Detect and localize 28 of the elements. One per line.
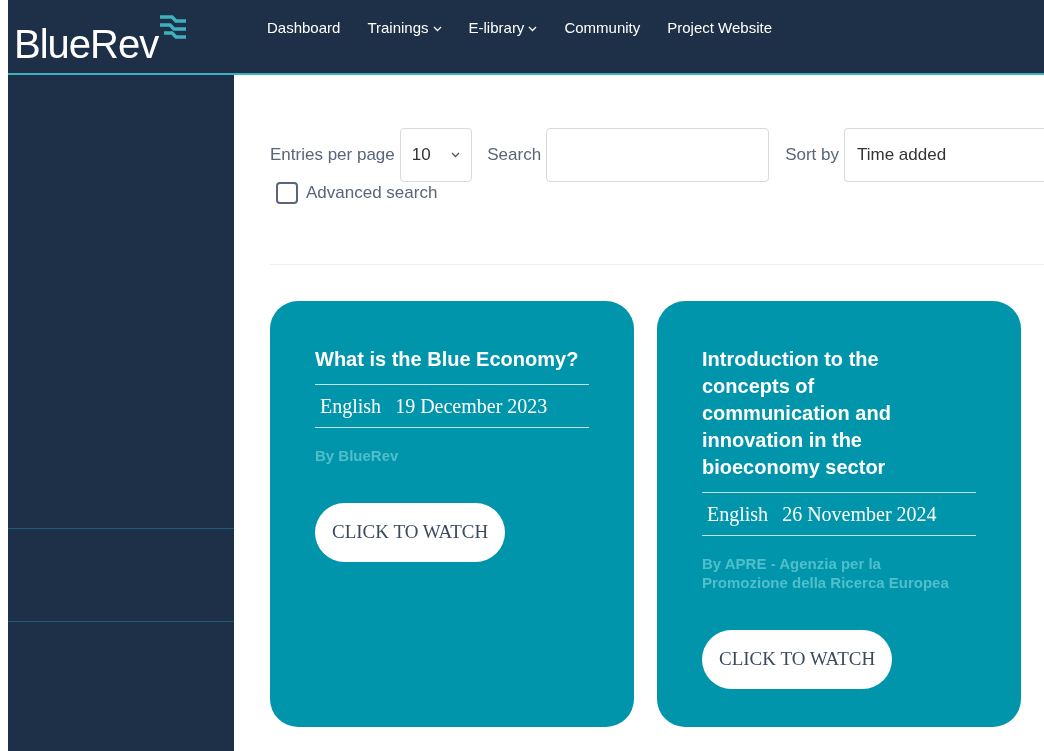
entries-select[interactable]: 10 xyxy=(399,128,473,182)
caret-icon xyxy=(528,25,538,32)
nav-link[interactable]: E-library xyxy=(468,17,538,40)
entries-label: Entries per page xyxy=(270,144,395,167)
card-title: Introduction to the concepts of communication and innovation in the bioeconomy sector xyxy=(702,346,892,480)
sort-label: Sort by xyxy=(785,144,839,167)
nav-link[interactable]: Trainings xyxy=(367,17,442,40)
watch-button[interactable]: CLICK TO WATCH xyxy=(702,629,893,689)
search-field[interactable] xyxy=(546,128,770,182)
card-language: English xyxy=(320,393,382,420)
card-date: 26 November 2024 xyxy=(782,501,937,527)
waves-icon xyxy=(158,13,189,40)
card-title: What is the Blue Economy? xyxy=(315,346,580,372)
logo[interactable]: BlueRev xyxy=(14,23,159,64)
nav-link[interactable]: Dashboard xyxy=(267,17,341,40)
nav-link[interactable]: Community xyxy=(564,17,641,40)
search-label: Search xyxy=(487,144,542,167)
nav-link[interactable]: Project Website xyxy=(667,17,772,40)
advanced-search-checkbox[interactable] xyxy=(276,181,298,204)
sort-select[interactable]: Time added xyxy=(844,128,1044,182)
caret-icon xyxy=(451,152,461,158)
watch-button[interactable]: CLICK TO WATCH xyxy=(315,502,506,562)
advanced-search-label: Advanced search xyxy=(306,182,438,204)
card-author: By APRE - Agenzia per la Promozione della Ricerca Europea xyxy=(702,553,950,592)
card-date: 19 December 2023 xyxy=(395,393,548,419)
caret-icon xyxy=(432,25,442,32)
card-language: English xyxy=(707,501,769,528)
card-author: By BlueRev xyxy=(315,445,400,465)
